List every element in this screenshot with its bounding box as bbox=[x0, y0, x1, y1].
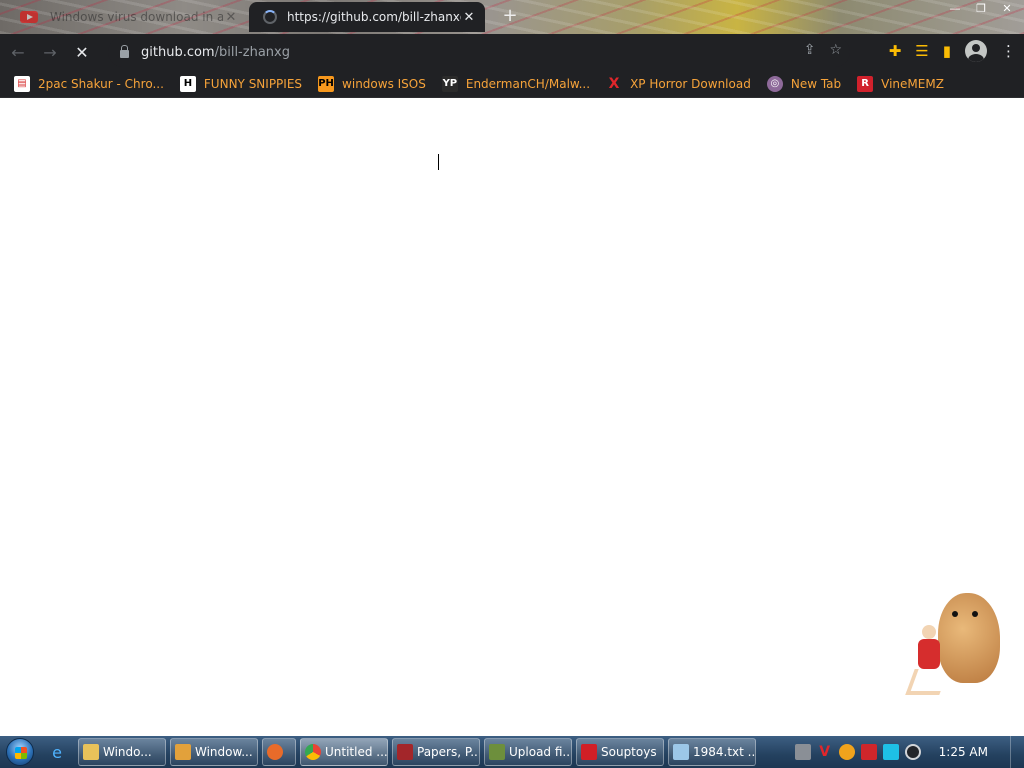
system-clock[interactable]: 1:25 AM bbox=[939, 745, 988, 759]
hamster-eye bbox=[952, 611, 958, 617]
flag-icon[interactable] bbox=[860, 744, 877, 760]
upload-icon bbox=[489, 744, 505, 760]
h-letter-icon: H bbox=[179, 75, 196, 92]
girl-head bbox=[922, 625, 936, 639]
taskbar-item[interactable]: 1984.txt ... bbox=[668, 738, 756, 766]
bookmarks-bar: ▤ 2pac Shakur - Chro... H FUNNY SNIPPIES… bbox=[0, 70, 1024, 98]
taskbar-item-label: Window... bbox=[195, 745, 253, 759]
taskbar: e Windo... Window... Untitled ... Papers… bbox=[0, 736, 1024, 768]
bookmark-label: VineMEMZ bbox=[881, 76, 944, 91]
taskbar-item-label: Souptoys bbox=[601, 745, 657, 759]
hamster-eye bbox=[972, 611, 978, 617]
taskbar-item-label: Papers, P... bbox=[417, 745, 480, 759]
chrome-icon bbox=[305, 744, 321, 760]
girl-dress bbox=[918, 639, 940, 669]
toolbar-right: ✚ ☰ ▮ ⋮ bbox=[889, 40, 1016, 62]
menu-dots-icon[interactable]: ⋮ bbox=[1001, 42, 1016, 60]
minimize-button[interactable]: — bbox=[944, 0, 966, 18]
girl-figure-icon bbox=[905, 625, 949, 699]
taskbar-item[interactable]: Untitled ... bbox=[300, 738, 388, 766]
explorer-icon bbox=[83, 744, 99, 760]
browser-toolbar: ← → ✕ github.com/bill-zhanxg ⇪ ☆ ✚ ☰ ▮ ⋮ bbox=[0, 34, 1024, 70]
bookmark-label: New Tab bbox=[790, 76, 842, 91]
monitor-icon[interactable] bbox=[882, 744, 899, 760]
url-path: /bill-zhanxg bbox=[214, 44, 290, 60]
profile-avatar[interactable] bbox=[965, 40, 987, 62]
papers-icon bbox=[397, 744, 413, 760]
girl-legs bbox=[905, 669, 949, 695]
window-controls: — ❐ ✕ bbox=[944, 0, 1018, 18]
bookmark-label: XP Horror Download bbox=[630, 76, 751, 91]
tab-title: Windows virus download in any G... bbox=[50, 10, 223, 24]
x-icon: X bbox=[608, 75, 620, 92]
restore-button[interactable]: ❐ bbox=[970, 0, 992, 18]
ph-icon: PH bbox=[318, 75, 335, 92]
system-tray: V 1:25 AM bbox=[794, 740, 988, 764]
bookmark-label: FUNNY SNIPPIES bbox=[203, 76, 303, 91]
clock-app-icon[interactable] bbox=[904, 744, 921, 760]
yp-icon: YP bbox=[441, 75, 458, 92]
v-icon[interactable]: V bbox=[817, 744, 833, 760]
address-bar[interactable]: github.com/bill-zhanxg ⇪ ☆ bbox=[108, 37, 850, 67]
tab-active[interactable]: https://github.com/bill-zhanxg ✕ bbox=[249, 2, 485, 32]
notepad-icon bbox=[673, 744, 689, 760]
media-icon bbox=[175, 744, 191, 760]
r-icon: R bbox=[857, 75, 874, 92]
loading-spinner-icon bbox=[263, 10, 277, 24]
url-host: github.com bbox=[141, 44, 215, 60]
taskbar-item[interactable]: Upload fi... bbox=[484, 738, 572, 766]
taskbar-item[interactable]: Souptoys bbox=[576, 738, 664, 766]
side-panel-icon[interactable]: ▮ bbox=[943, 42, 951, 60]
taskbar-item[interactable] bbox=[262, 738, 296, 766]
app-icon bbox=[267, 744, 283, 760]
taskbar-item[interactable]: Windo... bbox=[78, 738, 166, 766]
close-icon[interactable]: ✕ bbox=[461, 9, 477, 25]
bookmark-star-icon[interactable]: ☆ bbox=[829, 42, 842, 58]
bookmark-item[interactable]: ◎ New Tab bbox=[766, 75, 842, 92]
taskbar-item[interactable]: Papers, P... bbox=[392, 738, 480, 766]
taskbar-item-label: 1984.txt ... bbox=[693, 745, 756, 759]
taskbar-item[interactable]: Window... bbox=[170, 738, 258, 766]
bookmark-item[interactable]: PH windows ISOS bbox=[318, 75, 426, 92]
lock-icon[interactable] bbox=[120, 45, 129, 58]
calendar-icon: ▤ bbox=[14, 75, 30, 92]
souptoys-icon bbox=[581, 744, 597, 760]
omnibox-actions: ⇪ ☆ bbox=[804, 42, 842, 58]
tab-title: https://github.com/bill-zhanxg bbox=[287, 10, 461, 24]
bookmark-item[interactable]: ▤ 2pac Shakur - Chro... bbox=[14, 75, 164, 92]
globe-icon: ◎ bbox=[766, 75, 783, 92]
bookmark-label: EndermanCH/Malw... bbox=[465, 76, 591, 91]
close-icon[interactable]: ✕ bbox=[223, 9, 239, 25]
windows-logo-icon bbox=[6, 738, 34, 766]
bookmark-label: windows ISOS bbox=[342, 76, 426, 91]
bookmark-item[interactable]: YP EndermanCH/Malw... bbox=[441, 75, 591, 92]
forward-button[interactable]: → bbox=[36, 38, 64, 66]
internet-explorer-icon[interactable]: e bbox=[40, 738, 74, 766]
tab-inactive[interactable]: Windows virus download in any G... ✕ bbox=[12, 2, 247, 32]
close-window-button[interactable]: ✕ bbox=[996, 0, 1018, 18]
bookmark-item[interactable]: X XP Horror Download bbox=[606, 76, 751, 92]
bookmark-item[interactable]: H FUNNY SNIPPIES bbox=[179, 75, 303, 92]
extensions-icon[interactable]: ✚ bbox=[889, 42, 902, 60]
show-desktop-button[interactable] bbox=[1010, 736, 1024, 768]
taskbar-item-label: Windo... bbox=[103, 745, 152, 759]
start-button[interactable] bbox=[0, 736, 40, 768]
stop-loading-button[interactable]: ✕ bbox=[68, 38, 96, 66]
search-icon[interactable] bbox=[838, 744, 855, 760]
tab-strip: Windows virus download in any G... ✕ htt… bbox=[0, 0, 1024, 34]
bookmark-label: 2pac Shakur - Chro... bbox=[38, 76, 164, 91]
bookmark-item[interactable]: R VineMEMZ bbox=[857, 75, 944, 92]
taskbar-item-label: Upload fi... bbox=[509, 745, 572, 759]
text-cursor-icon bbox=[436, 154, 442, 170]
network-icon[interactable] bbox=[794, 744, 811, 760]
youtube-icon bbox=[20, 11, 38, 23]
share-icon[interactable]: ⇪ bbox=[804, 42, 816, 58]
page-content bbox=[0, 99, 1024, 735]
new-tab-button[interactable]: + bbox=[500, 7, 520, 27]
back-button[interactable]: ← bbox=[4, 38, 32, 66]
reading-list-icon[interactable]: ☰ bbox=[915, 42, 928, 60]
desktop-mascot[interactable] bbox=[896, 585, 1006, 705]
taskbar-item-label: Untitled ... bbox=[325, 745, 388, 759]
